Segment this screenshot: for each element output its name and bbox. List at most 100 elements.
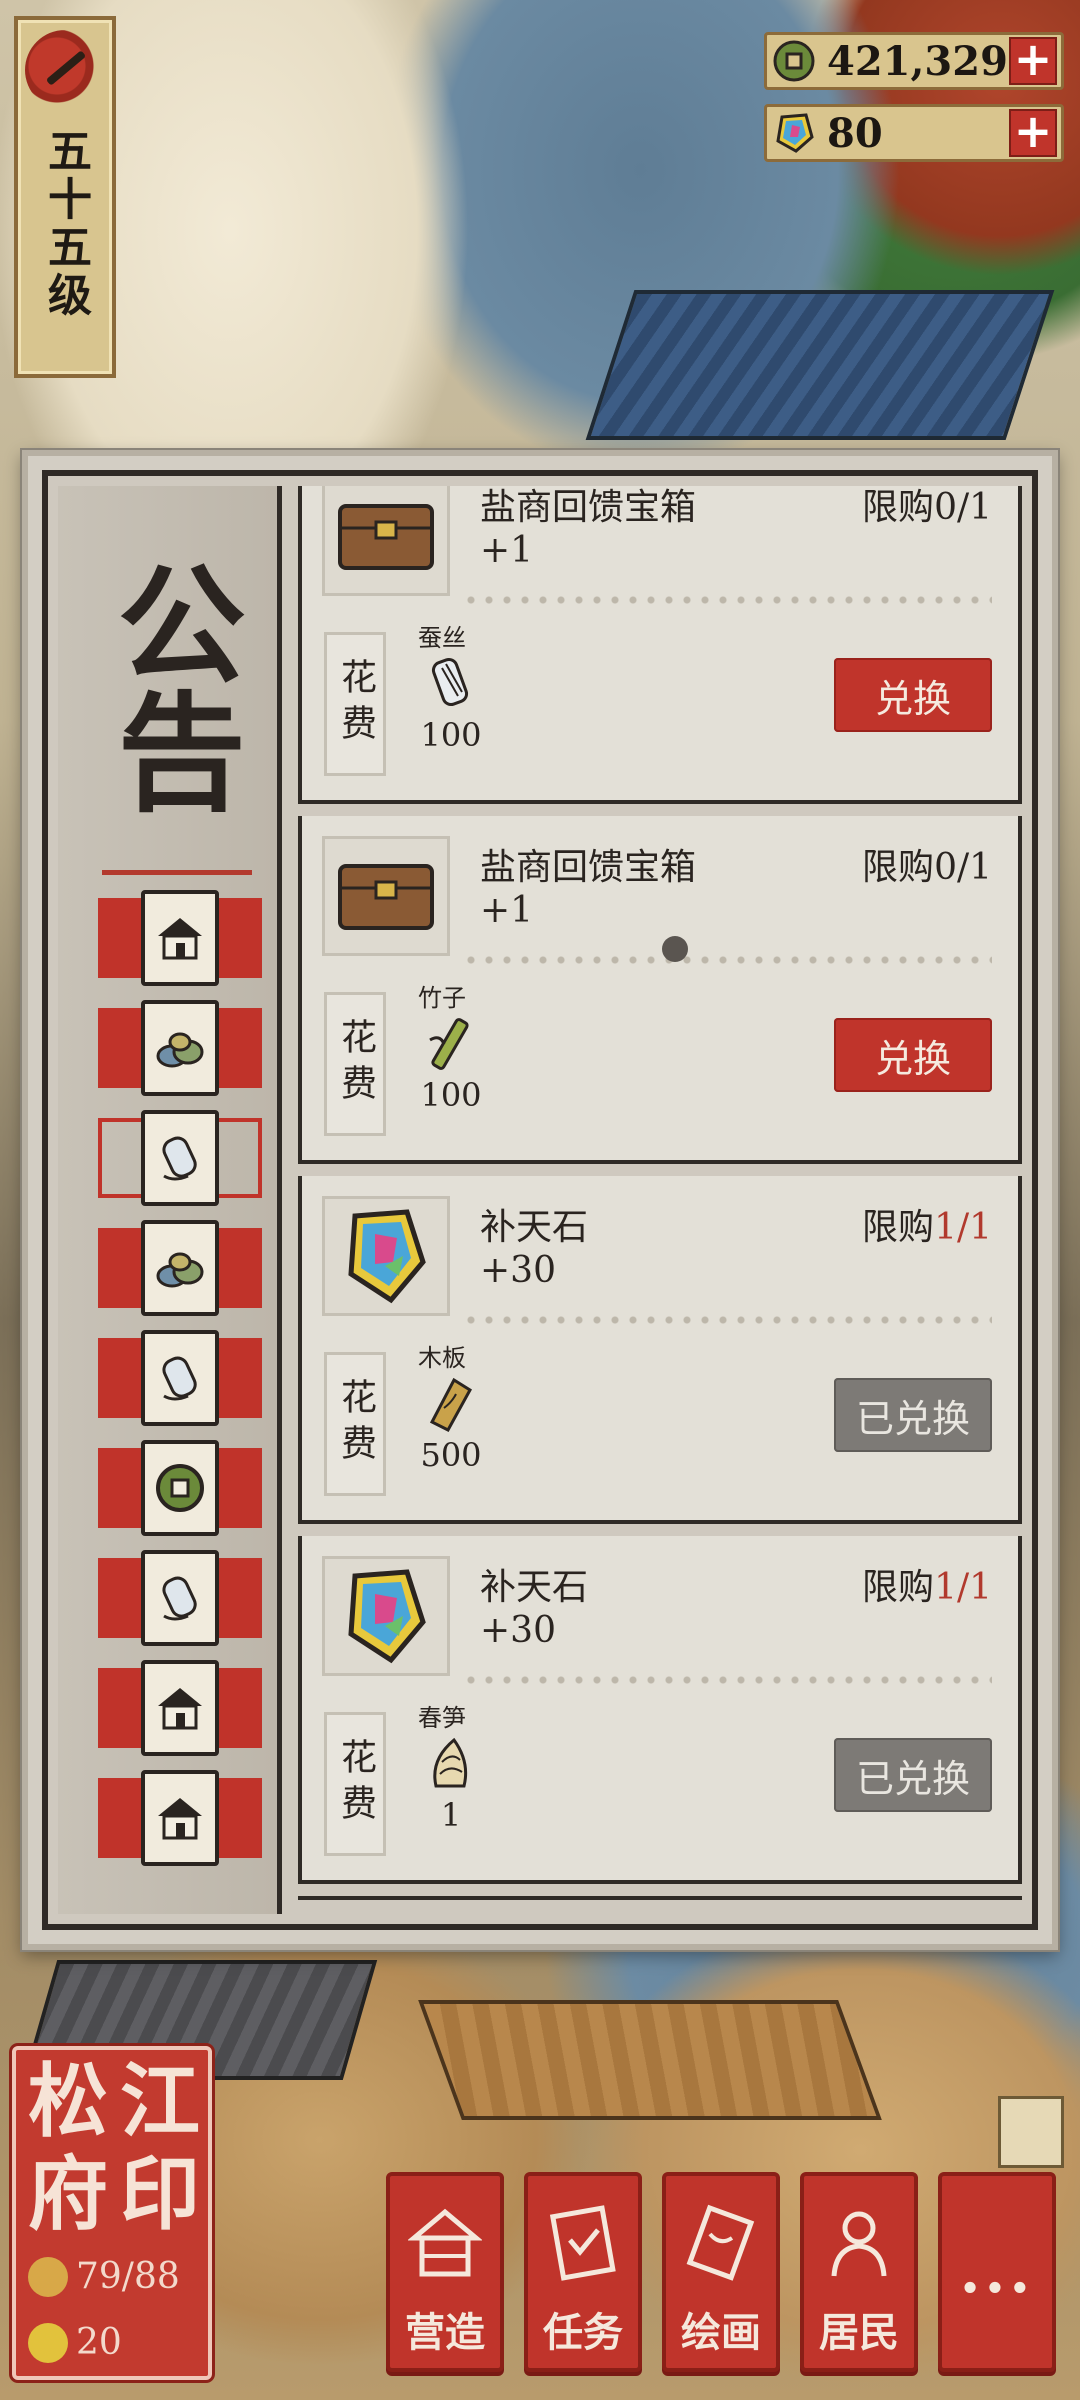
- tab-silk-2[interactable]: [98, 1330, 262, 1426]
- material-name: 竹子: [418, 984, 466, 1012]
- nav-painting-button[interactable]: 绘画: [662, 2172, 780, 2372]
- item-name: 补天石: [480, 1567, 589, 1608]
- tab-silk-3[interactable]: [98, 1550, 262, 1646]
- tab-column: 公告: [58, 486, 282, 1914]
- purchase-limit: 限购1/1: [862, 1558, 992, 1610]
- resident-icon: [819, 2196, 899, 2292]
- house-icon: [141, 890, 219, 986]
- population-stat: 79/88: [28, 2256, 180, 2297]
- item-quantity: +1: [480, 890, 534, 931]
- panel-frame: 公告 盐商回馈宝箱 +1 限购0/1 花费 蚕丝 100 兑换 盐商回馈宝箱 +…: [42, 470, 1038, 1930]
- treasure-chest-icon: [322, 486, 450, 596]
- nav-residents-button[interactable]: 居民: [800, 2172, 918, 2372]
- tab-coin[interactable]: [98, 1440, 262, 1536]
- limit-prefix: 限购: [862, 847, 935, 888]
- dotted-divider: [462, 596, 992, 604]
- exchange-button[interactable]: 兑换: [834, 658, 992, 732]
- limit-count: 1/1: [934, 1207, 992, 1248]
- limit-prefix: 限购: [862, 487, 935, 528]
- cost-label: 花费: [324, 632, 386, 776]
- tab-house-3[interactable]: [98, 1770, 262, 1866]
- item-name: 盐商回馈宝箱: [480, 847, 697, 888]
- exchange-card: 补天石 +30 限购1/1 花费 木板 500 已兑换: [298, 1176, 1022, 1540]
- cost-label: 花费: [324, 992, 386, 1136]
- prefecture-seal[interactable]: 松 江 府 印 79/88 20: [12, 2046, 212, 2380]
- copper-coin-icon: [141, 1440, 219, 1536]
- house-icon: [141, 1660, 219, 1756]
- nav-more-button[interactable]: ...: [938, 2172, 1056, 2372]
- coin-currency: 421,329 +: [764, 32, 1064, 90]
- nav-tasks-button[interactable]: 任务: [524, 2172, 642, 2372]
- player-level-badge[interactable]: 五十五级: [14, 16, 116, 378]
- nav-label: 营造: [405, 2309, 485, 2356]
- silk-spool-icon: [141, 1550, 219, 1646]
- map-wood-roof: [418, 2000, 882, 2120]
- map-blue-roof: [585, 290, 1055, 440]
- purchase-limit: 限购0/1: [862, 486, 992, 530]
- rainbow-stone-icon: [322, 1196, 450, 1316]
- task-book-icon: [543, 2196, 623, 2292]
- seal-char: 府: [28, 2147, 108, 2241]
- limit-prefix: 限购: [862, 1567, 935, 1608]
- resident-icon: [28, 2256, 68, 2297]
- rainbow-stone-icon: [322, 1556, 450, 1676]
- more-icon: ...: [959, 2237, 1035, 2307]
- house-icon: [141, 1770, 219, 1866]
- wood-plank-icon: [418, 1372, 482, 1436]
- material-amount: 100: [420, 716, 482, 754]
- add-gems-button[interactable]: +: [1009, 108, 1057, 157]
- exchange-card: 补天石 +30 限购1/1 花费 春笋 1 已兑换: [298, 1536, 1022, 1900]
- title-divider: [102, 870, 252, 875]
- item-quantity: +30: [480, 1250, 556, 1291]
- redeemed-button[interactable]: 已兑换: [834, 1378, 992, 1452]
- ore-pile-icon: [141, 1000, 219, 1096]
- material-name: 木板: [418, 1344, 466, 1372]
- cost-label: 花费: [324, 1712, 386, 1856]
- material-amount: 1: [440, 1796, 462, 1834]
- gem-amount: 80: [827, 109, 883, 157]
- item-name: 补天石: [480, 1207, 589, 1248]
- panel-title: 公告: [95, 558, 246, 814]
- nav-label: 绘画: [681, 2309, 761, 2356]
- silk-spool-icon: [418, 652, 482, 716]
- player-level-text: 五十五级: [40, 128, 91, 320]
- dotted-divider: [462, 956, 992, 964]
- silk-spool-icon: [141, 1330, 219, 1426]
- seal-char: 印: [120, 2147, 200, 2241]
- tab-house-1[interactable]: [98, 890, 262, 986]
- nav-label: 居民: [819, 2309, 899, 2356]
- material-name: 蚕丝: [418, 624, 466, 652]
- seal-char: 江: [120, 2054, 200, 2148]
- purchase-limit: 限购1/1: [862, 1198, 992, 1250]
- brush-icon: [25, 30, 105, 110]
- tab-silk-1[interactable]: [98, 1110, 262, 1206]
- item-name: 盐商回馈宝箱: [480, 487, 697, 528]
- touch-indicator: [662, 936, 688, 962]
- cost-label: 花费: [324, 1352, 386, 1496]
- coin-stat-value: 20: [76, 2322, 122, 2363]
- exchange-list[interactable]: 盐商回馈宝箱 +1 限购0/1 花费 蚕丝 100 兑换 盐商回馈宝箱 +1 限…: [298, 486, 1022, 1914]
- treasure-chest-icon: [322, 836, 450, 956]
- coin-amount: 421,329: [827, 37, 1008, 85]
- population-value: 79/88: [76, 2256, 180, 2297]
- add-coins-button[interactable]: +: [1009, 36, 1057, 85]
- redeemed-button[interactable]: 已兑换: [834, 1738, 992, 1812]
- map-flag-icon[interactable]: [998, 2096, 1064, 2168]
- dotted-divider: [462, 1316, 992, 1324]
- tab-house-2[interactable]: [98, 1660, 262, 1756]
- exchange-card: 盐商回馈宝箱 +1 限购0/1 花费 蚕丝 100 兑换: [298, 486, 1022, 820]
- nav-construction-button[interactable]: 营造: [386, 2172, 504, 2372]
- tab-ore-1[interactable]: [98, 1000, 262, 1096]
- dotted-divider: [462, 1676, 992, 1684]
- rainbow-stone-icon: [769, 108, 819, 158]
- nav-label: 任务: [543, 2309, 623, 2356]
- exchange-button[interactable]: 兑换: [834, 1018, 992, 1092]
- coin-stat: 20: [28, 2322, 122, 2363]
- tab-ore-2[interactable]: [98, 1220, 262, 1316]
- exchange-card: 盐商回馈宝箱 +1 限购0/1 花费 竹子 100 兑换: [298, 816, 1022, 1180]
- limit-count: 0/1: [934, 487, 992, 528]
- painting-scroll-icon: [681, 2196, 761, 2292]
- smiley-coin-icon: [28, 2322, 68, 2363]
- announcement-panel: 公告 盐商回馈宝箱 +1 限购0/1 花费 蚕丝 100 兑换 盐商回馈宝箱 +…: [22, 450, 1058, 1950]
- limit-prefix: 限购: [862, 1207, 935, 1248]
